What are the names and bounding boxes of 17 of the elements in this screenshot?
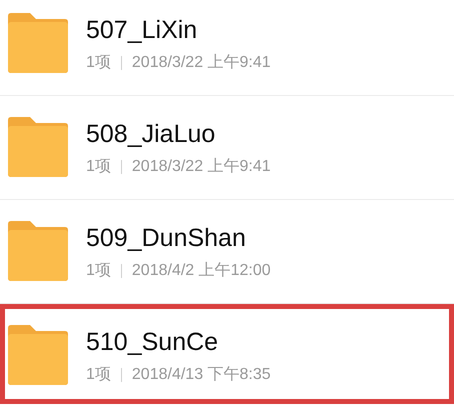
- modified-date: 2018/4/13 下午8:35: [132, 365, 271, 385]
- item-count: 1项: [86, 157, 111, 177]
- highlighted-folder-row[interactable]: 510_SunCe 1项 2018/4/13 下午8:35: [0, 304, 454, 404]
- folder-name: 509_DunShan: [86, 223, 247, 253]
- folder-name: 508_JiaLuo: [86, 119, 216, 149]
- folder-icon: [8, 117, 68, 177]
- folder-name: 510_SunCe: [86, 327, 220, 357]
- item-count: 1项: [86, 53, 111, 73]
- item-count: 1项: [86, 261, 111, 281]
- folder-icon: [8, 325, 68, 385]
- modified-date: 2018/4/2 上午12:00: [132, 261, 271, 281]
- folder-name: 507_LiXin: [86, 15, 198, 45]
- modified-date: 2018/3/22 上午9:41: [132, 157, 271, 177]
- folder-icon: [8, 13, 68, 73]
- item-count: 1项: [86, 365, 111, 385]
- folder-icon: [8, 221, 68, 281]
- modified-date: 2018/3/22 上午9:41: [132, 53, 271, 73]
